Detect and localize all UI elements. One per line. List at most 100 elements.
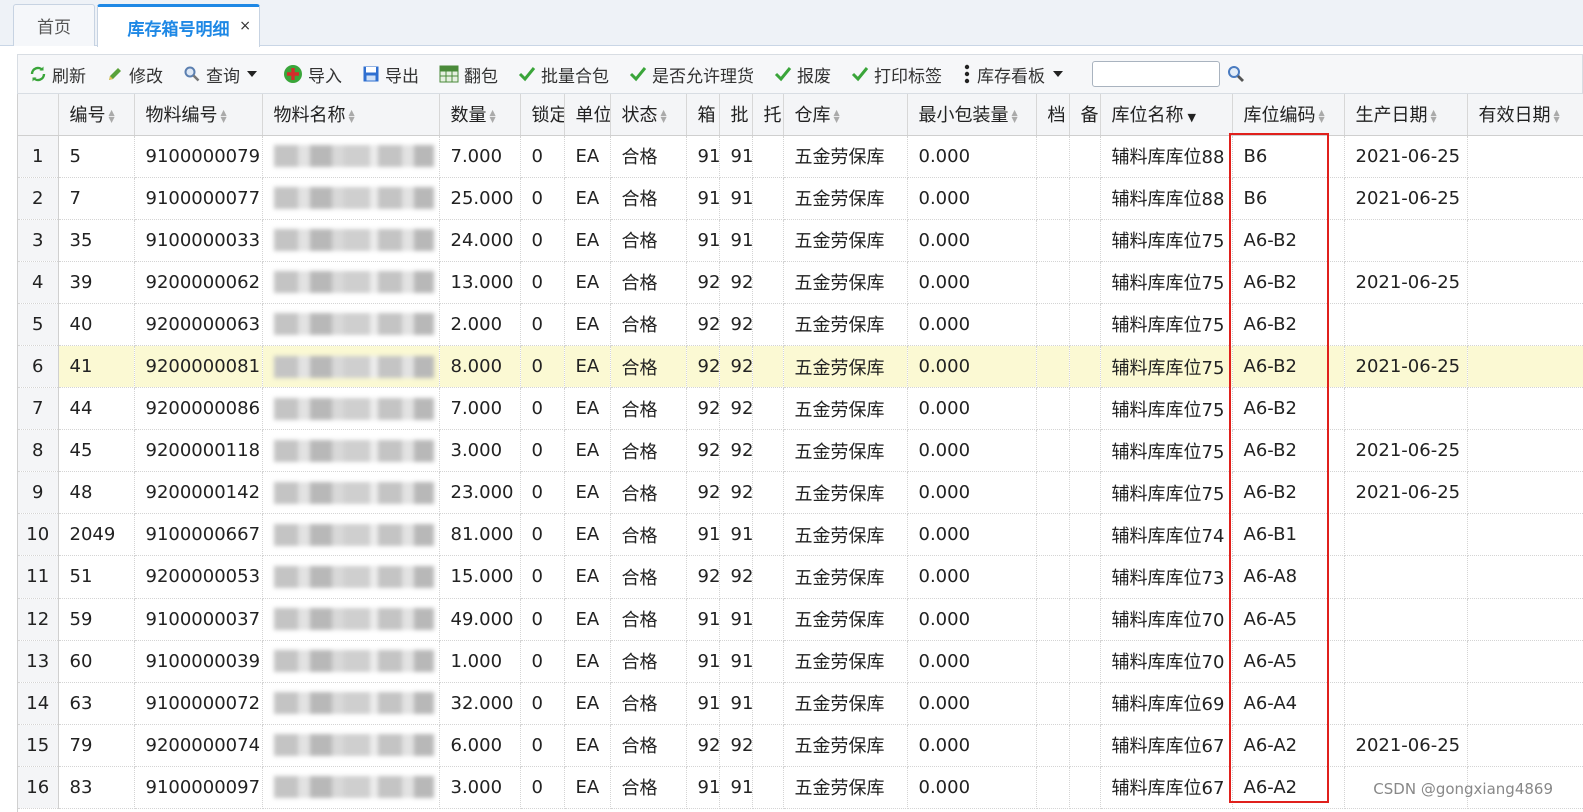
cell-status[interactable]: 合格 [610, 219, 687, 262]
cell-locname[interactable]: 辅料库库位75 [1100, 219, 1233, 262]
cell-mat[interactable]: 9100000033 [134, 219, 263, 262]
cell-minpack[interactable]: 0.000 [907, 598, 1037, 641]
cell-empty[interactable] [752, 471, 784, 515]
cell-wh[interactable]: 五金劳保库 [783, 640, 908, 683]
cell-box[interactable]: 91 [686, 135, 720, 178]
cell-locname[interactable]: 辅料库库位88 [1100, 177, 1233, 220]
cell-material-name-redacted[interactable] [262, 135, 440, 178]
cell-empty[interactable] [752, 724, 784, 767]
column-header[interactable]: 数量 ▲ ▼ [439, 94, 521, 136]
cell-empty[interactable] [1467, 555, 1583, 599]
cell-lock[interactable]: 0 [520, 303, 565, 346]
cell-batch[interactable]: 91 [719, 177, 753, 220]
column-header[interactable]: 库位编码 ▲ ▼ [1232, 94, 1345, 136]
cell-empty[interactable] [752, 261, 784, 304]
cell-box[interactable]: 91 [686, 513, 720, 557]
cell-id[interactable]: 79 [58, 724, 135, 767]
cell-minpack[interactable]: 0.000 [907, 682, 1037, 725]
cell-locname[interactable]: 辅料库库位75 [1100, 471, 1233, 515]
table-row[interactable]: 12 59 9100000037 49.000 0 EA 合格 91 91 五金劳保库 0.000 辅… [18, 598, 1583, 641]
cell-material-name-redacted[interactable] [262, 724, 440, 767]
cell-id[interactable]: 60 [58, 640, 135, 683]
cell-empty[interactable] [752, 219, 784, 262]
cell-empty[interactable] [1069, 555, 1101, 599]
cell-status[interactable]: 合格 [610, 177, 687, 220]
column-header[interactable]: 物料编号 ▲ ▼ [134, 94, 263, 136]
cell-qty[interactable]: 7.000 [439, 135, 521, 178]
cell-date[interactable] [1344, 219, 1468, 262]
cell-empty[interactable] [1036, 303, 1070, 346]
cell-empty[interactable] [1467, 135, 1583, 178]
column-header[interactable]: 锁定 [520, 94, 565, 136]
cell-locname[interactable]: 辅料库库位69 [1100, 682, 1233, 725]
cell-material-name-redacted[interactable] [262, 766, 440, 810]
print-label-button[interactable]: 打印标签 [840, 55, 951, 93]
cell-batch[interactable]: 92 [719, 345, 753, 389]
cell-box[interactable]: 91 [686, 177, 720, 220]
cell-wh[interactable]: 五金劳保库 [783, 177, 908, 220]
cell-locname[interactable]: 辅料库库位75 [1100, 387, 1233, 431]
cell-material-name-redacted[interactable] [262, 345, 440, 389]
cell-empty[interactable] [752, 387, 784, 431]
cell-material-name-redacted[interactable] [262, 640, 440, 683]
cell-minpack[interactable]: 0.000 [907, 429, 1037, 473]
cell-unit[interactable]: EA [564, 177, 611, 220]
column-header[interactable]: 箱 [686, 94, 720, 136]
cell-empty[interactable] [752, 135, 784, 178]
cell-lock[interactable]: 0 [520, 135, 565, 178]
query-button[interactable]: 查询 [172, 55, 272, 93]
cell-material-name-redacted[interactable] [262, 471, 440, 515]
cell-date[interactable]: 2021-06-25 [1344, 135, 1468, 178]
cell-qty[interactable]: 6.000 [439, 724, 521, 767]
cell-loccode[interactable]: A6-B2 [1232, 471, 1345, 515]
cell-box[interactable]: 91 [686, 598, 720, 641]
cell-qty[interactable]: 13.000 [439, 261, 521, 304]
cell-lock[interactable]: 0 [520, 471, 565, 515]
cell-loccode[interactable]: A6-B2 [1232, 261, 1345, 304]
table-row[interactable]: 6 41 9200000081 8.000 0 EA 合格 92 92 五金劳保库 0.000 辅料库… [18, 345, 1583, 389]
cell-empty[interactable] [1036, 177, 1070, 220]
cell-status[interactable]: 合格 [610, 471, 687, 515]
cell-id[interactable]: 63 [58, 682, 135, 725]
table-row[interactable]: 3 35 9100000033 24.000 0 EA 合格 91 91 五金劳保库 0.000 辅料… [18, 219, 1583, 262]
cell-status[interactable]: 合格 [610, 345, 687, 389]
cell-batch[interactable]: 92 [719, 303, 753, 346]
cell-lock[interactable]: 0 [520, 219, 565, 262]
cell-lock[interactable]: 0 [520, 724, 565, 767]
sort-icon[interactable]: ▲ ▼ [1012, 109, 1021, 124]
cell-empty[interactable] [1069, 135, 1101, 178]
cell-minpack[interactable]: 0.000 [907, 135, 1037, 178]
cell-locname[interactable]: 辅料库库位75 [1100, 345, 1233, 389]
cell-empty[interactable] [1467, 177, 1583, 220]
cell-lock[interactable]: 0 [520, 177, 565, 220]
cell-date[interactable] [1344, 513, 1468, 557]
sort-icon[interactable]: ▲ ▼ [221, 109, 230, 124]
sort-icon[interactable]: ▲ ▼ [1319, 109, 1328, 124]
cell-batch[interactable]: 92 [719, 555, 753, 599]
cell-date[interactable] [1344, 387, 1468, 431]
cell-empty[interactable] [1036, 682, 1070, 725]
sort-icon[interactable]: ▲ ▼ [661, 109, 670, 124]
cell-id[interactable]: 83 [58, 766, 135, 810]
cell-empty[interactable] [752, 682, 784, 725]
cell-qty[interactable]: 2.000 [439, 303, 521, 346]
cell-status[interactable]: 合格 [610, 135, 687, 178]
cell-batch[interactable]: 91 [719, 766, 753, 810]
cell-date[interactable]: 2021-06-25 [1344, 345, 1468, 389]
column-header[interactable]: 批 [719, 94, 753, 136]
cell-id[interactable]: 5 [58, 135, 135, 178]
cell-box[interactable]: 92 [686, 345, 720, 389]
cell-date[interactable] [1344, 598, 1468, 641]
cell-empty[interactable] [1467, 640, 1583, 683]
export-button[interactable]: 导出 [351, 55, 428, 93]
cell-empty[interactable] [1069, 177, 1101, 220]
cell-status[interactable]: 合格 [610, 640, 687, 683]
cell-empty[interactable] [752, 303, 784, 346]
table-row[interactable]: 1 5 9100000079 7.000 0 EA 合格 91 91 五金劳保库 0.000 辅料库库… [18, 135, 1583, 178]
cell-unit[interactable]: EA [564, 303, 611, 346]
cell-qty[interactable]: 25.000 [439, 177, 521, 220]
cell-empty[interactable] [752, 177, 784, 220]
cell-empty[interactable] [752, 345, 784, 389]
cell-loccode[interactable]: A6-B1 [1232, 513, 1345, 557]
column-header[interactable]: 有效日期 ▲ ▼ [1467, 94, 1583, 136]
